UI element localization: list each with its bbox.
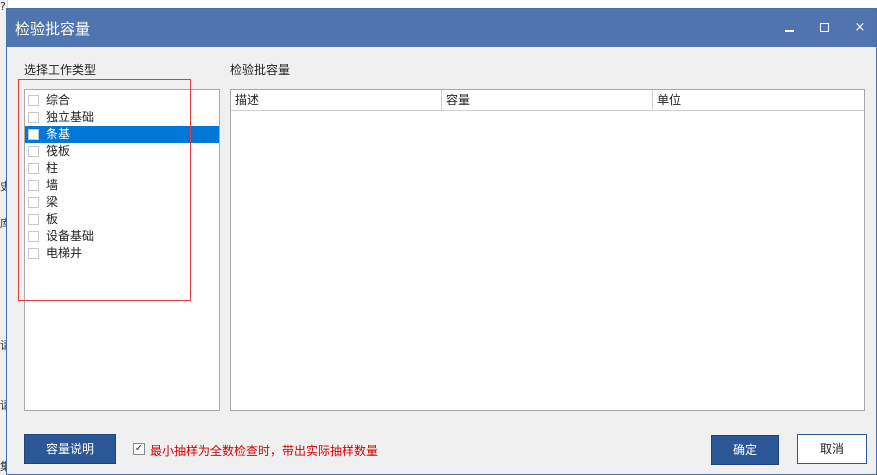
minimize-button[interactable] [779,18,799,38]
capacity-table[interactable]: 描述 容量 单位 [230,89,865,411]
item-checkbox[interactable] [28,112,39,123]
title-bar[interactable]: 检验批容量 × [7,9,876,47]
ok-button[interactable]: 确定 [711,435,779,465]
item-label: 梁 [46,195,59,209]
capacity-explanation-button[interactable]: 容量说明 [24,434,116,464]
item-label: 综合 [46,93,71,107]
list-item-qiang[interactable]: 墙 [25,177,219,194]
list-item-duli-jichu[interactable]: 独立基础 [25,109,219,126]
column-header-description[interactable]: 描述 [231,90,442,110]
list-item-ban[interactable]: 板 [25,211,219,228]
dialog-title: 检验批容量 [15,20,91,38]
close-button[interactable]: × [850,18,870,38]
list-item-liang[interactable]: 梁 [25,194,219,211]
list-item-faban[interactable]: 筏板 [25,143,219,160]
list-item-zonghe[interactable]: 综合 [25,92,219,109]
work-type-label: 选择工作类型 [24,63,97,77]
min-sampling-label[interactable]: 最小抽样为全数检查时，带出实际抽样数量 [150,442,378,459]
item-checkbox[interactable] [28,95,39,106]
item-label: 柱 [46,161,59,175]
item-label: 电梯井 [46,246,83,260]
cancel-button[interactable]: 取消 [797,434,867,464]
list-item-diantijing[interactable]: 电梯井 [25,245,219,262]
item-checkbox[interactable] [28,214,39,225]
item-label: 设备基础 [46,229,95,243]
maximize-icon [819,23,829,32]
item-checkbox[interactable] [28,231,39,242]
column-header-capacity[interactable]: 容量 [442,90,653,110]
list-item-tiaoji[interactable]: 条基 [25,126,219,143]
column-header-unit[interactable]: 单位 [653,90,864,110]
close-icon: × [854,20,866,35]
item-checkbox[interactable] [28,248,39,259]
background-text: ? [0,0,6,13]
item-checkbox[interactable] [28,180,39,191]
item-label: 独立基础 [46,110,95,124]
item-label: 墙 [46,178,59,192]
work-type-list[interactable]: 综合 独立基础 条基 筏板 柱 墙 梁 板 设备基础 电梯井 [24,89,220,411]
minimize-icon [784,30,794,32]
item-checkbox[interactable] [28,163,39,174]
list-item-zhu[interactable]: 柱 [25,160,219,177]
item-checkbox[interactable] [28,146,39,157]
min-sampling-checkbox[interactable]: ✓ [133,443,145,455]
list-item-shebei-jichu[interactable]: 设备基础 [25,228,219,245]
item-label: 筏板 [46,144,71,158]
maximize-button[interactable] [814,18,834,38]
item-checkbox[interactable] [28,197,39,208]
item-checkbox[interactable] [28,129,39,140]
checkmark-icon: ✓ [134,443,144,454]
item-label: 条基 [46,127,71,141]
item-label: 板 [46,212,59,226]
table-header: 描述 容量 单位 [231,90,864,111]
inspection-capacity-dialog: 检验批容量 × 选择工作类型 检验批容量 综合 独立基础 条基 筏板 柱 墙 梁… [6,8,877,475]
capacity-label: 检验批容量 [230,63,291,77]
